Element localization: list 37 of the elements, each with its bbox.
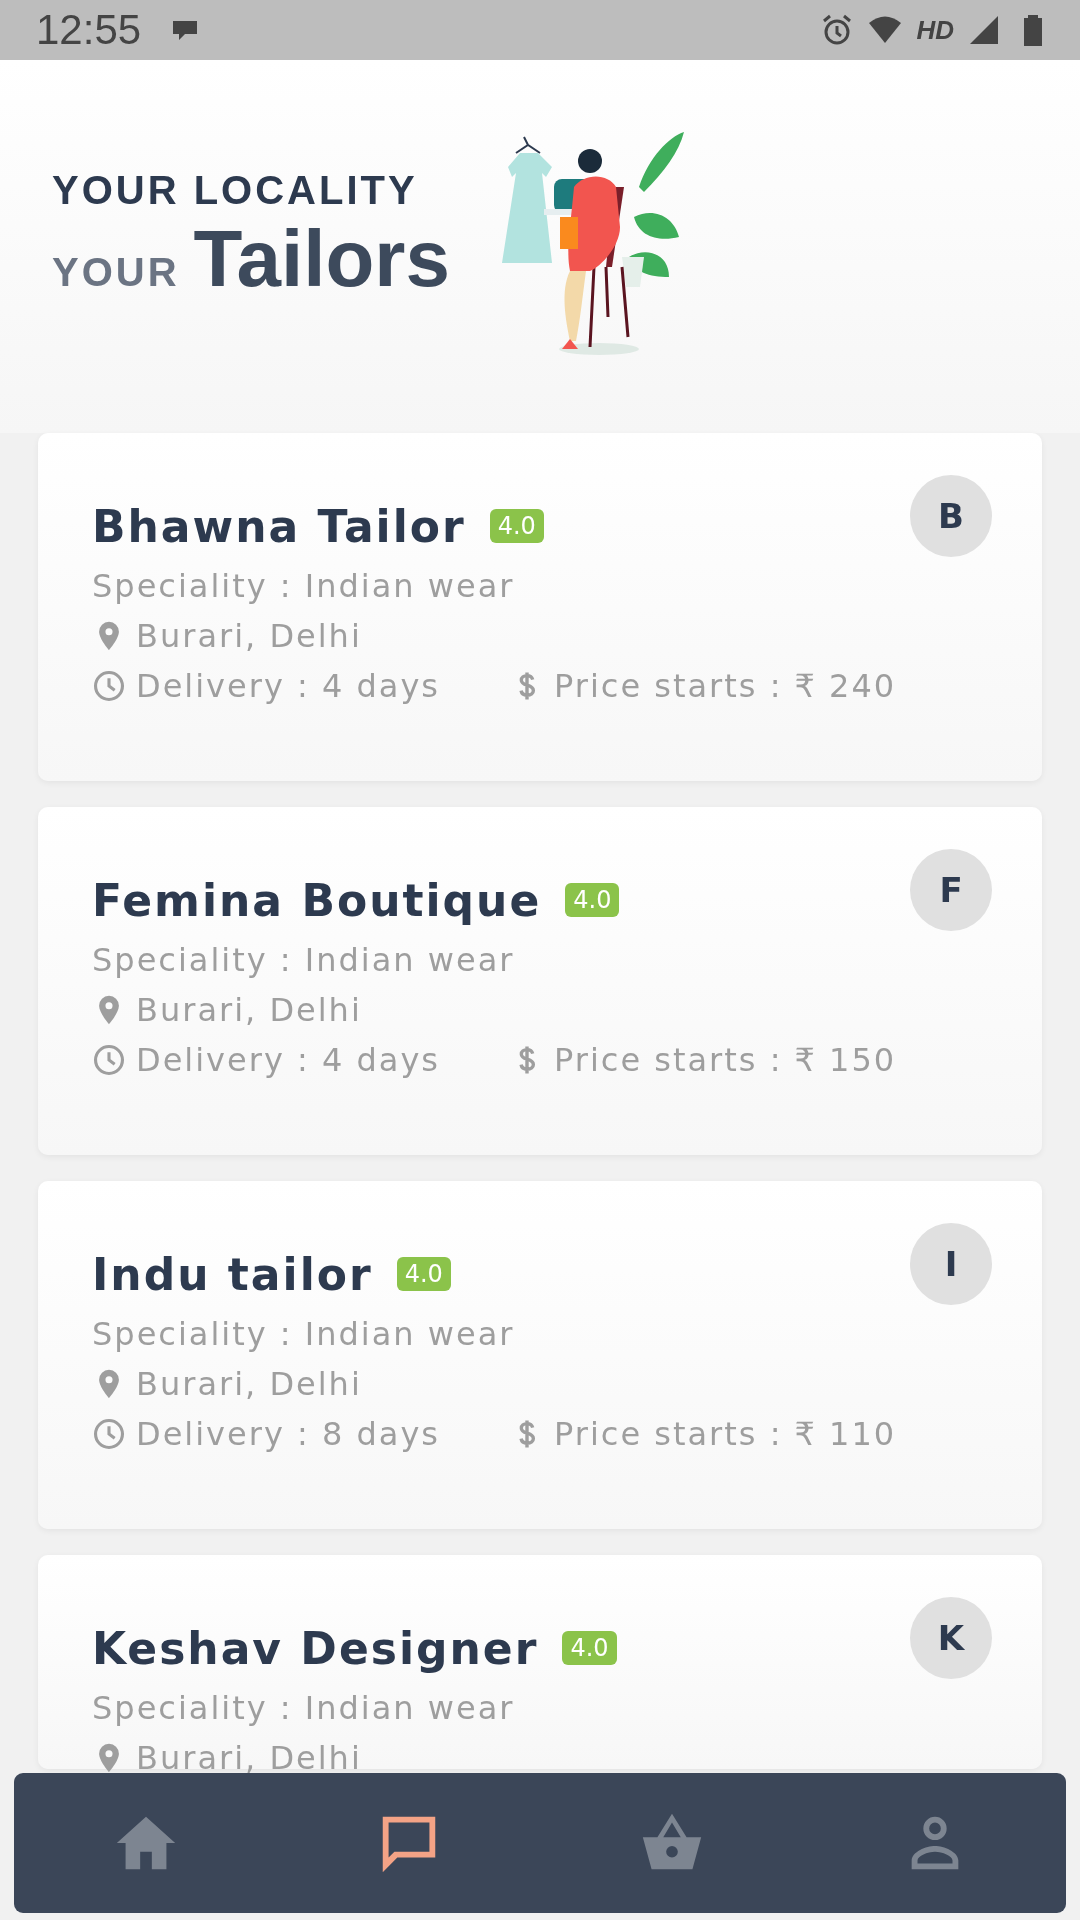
header-heading: Tailors (193, 213, 450, 305)
clock-icon (92, 669, 126, 703)
clock-icon (92, 1043, 126, 1077)
rating-badge: 4.0 (489, 509, 544, 543)
location-text: Burari, Delhi (136, 991, 362, 1029)
tailor-name: Bhawna Tailor (92, 500, 466, 552)
clock-icon (92, 1417, 126, 1451)
header-subtitle: YOUR (52, 250, 180, 295)
speciality-text: Speciality : Indian wear (92, 941, 516, 979)
speciality-text: Speciality : Indian wear (92, 1689, 516, 1727)
speciality-text: Speciality : Indian wear (92, 567, 516, 605)
tailor-card[interactable]: Femina Boutique 4.0 F Speciality : Indian wear Burari, Delhi Delivery : 4 days Price starts : ₹ 150 (38, 807, 1042, 1155)
tailor-name: Keshav Designer (92, 1622, 539, 1674)
network-type: HD (916, 14, 954, 46)
location-text: Burari, Delhi (136, 1365, 362, 1403)
rating-badge: 4.0 (396, 1257, 451, 1291)
speciality-text: Speciality : Indian wear (92, 1315, 516, 1353)
rating-badge: 4.0 (565, 883, 620, 917)
delivery-text: Delivery : 4 days (136, 1041, 440, 1079)
tailor-name: Indu tailor (92, 1248, 373, 1300)
rating-badge: 4.0 (562, 1631, 617, 1665)
avatar: K (910, 1597, 992, 1679)
tailor-card[interactable]: Bhawna Tailor 4.0 B Speciality : Indian wear Burari, Delhi Delivery : 4 days Price starts : ₹ 240 (38, 433, 1042, 781)
avatar: B (910, 475, 992, 557)
price-text: Price starts : ₹ 110 (554, 1415, 897, 1453)
message-icon (171, 19, 200, 41)
price-text: Price starts : ₹ 240 (554, 667, 897, 705)
price-text: Price starts : ₹ 150 (554, 1041, 897, 1079)
tailor-card[interactable]: Indu tailor 4.0 I Speciality : Indian wear Burari, Delhi Delivery : 8 days Price starts : ₹ 110 (38, 1181, 1042, 1529)
delivery-text: Delivery : 8 days (136, 1415, 440, 1453)
status-time: 12:55 (36, 6, 142, 54)
location-text: Burari, Delhi (136, 617, 362, 655)
avatar: I (910, 1223, 992, 1305)
delivery-text: Delivery : 4 days (136, 667, 440, 705)
header-title: YOUR LOCALITY (52, 168, 419, 213)
tailor-name: Femina Boutique (92, 874, 542, 926)
avatar: F (910, 849, 992, 931)
